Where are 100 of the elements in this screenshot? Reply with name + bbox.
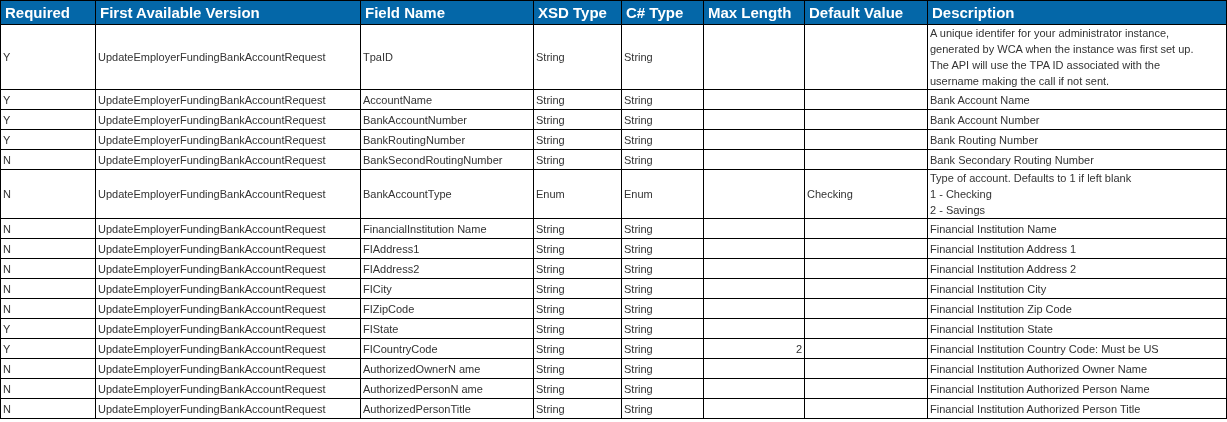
- table-cell: Y: [0, 318, 96, 339]
- table-cell: String: [533, 318, 622, 339]
- table-cell: AuthorizedPersonN ame: [360, 378, 534, 399]
- table-cell: Bank Secondary Routing Number: [927, 149, 1227, 170]
- table-cell: UpdateEmployerFundingBankAccountRequest: [95, 24, 361, 90]
- table-cell: UpdateEmployerFundingBankAccountRequest: [95, 129, 361, 150]
- table-cell: UpdateEmployerFundingBankAccountRequest: [95, 318, 361, 339]
- column-header: Field Name: [360, 0, 534, 25]
- table-cell: String: [621, 318, 704, 339]
- table-cell: N: [0, 398, 96, 419]
- table-cell: N: [0, 258, 96, 279]
- table-cell: String: [533, 338, 622, 359]
- table-cell: FinancialInstitution Name: [360, 218, 534, 239]
- table-cell: TpaID: [360, 24, 534, 90]
- table-cell: Financial Institution City: [927, 278, 1227, 299]
- table-cell: UpdateEmployerFundingBankAccountRequest: [95, 218, 361, 239]
- table-cell: N: [0, 218, 96, 239]
- table-cell: String: [621, 378, 704, 399]
- table-cell: N: [0, 169, 96, 219]
- table-cell: FICity: [360, 278, 534, 299]
- column-header: Default Value: [804, 0, 928, 25]
- table-cell: FIAddress1: [360, 238, 534, 259]
- table-cell: AuthorizedOwnerN ame: [360, 358, 534, 379]
- table-cell: AccountName: [360, 89, 534, 110]
- table-cell: Financial Institution Authorized Person Name: [927, 378, 1227, 399]
- table-cell: String: [533, 89, 622, 110]
- table-cell: UpdateEmployerFundingBankAccountRequest: [95, 89, 361, 110]
- table-cell: 2: [703, 338, 805, 359]
- column-header: XSD Type: [533, 0, 622, 25]
- table-cell: Bank Account Name: [927, 89, 1227, 110]
- table-cell: UpdateEmployerFundingBankAccountRequest: [95, 338, 361, 359]
- table-cell: String: [621, 298, 704, 319]
- table-cell: String: [533, 298, 622, 319]
- table-cell: Bank Routing Number: [927, 129, 1227, 150]
- table-cell: Financial Institution Authorized Person Title: [927, 398, 1227, 419]
- table-cell: String: [533, 218, 622, 239]
- table-cell: UpdateEmployerFundingBankAccountRequest: [95, 169, 361, 219]
- table-cell: Type of account. Defaults to 1 if left blank 1 - Checking 2 - Savings: [927, 169, 1227, 219]
- table-cell: Financial Institution Address 2: [927, 258, 1227, 279]
- table-cell: String: [533, 24, 622, 90]
- table-cell: Y: [0, 24, 96, 90]
- table-cell: String: [533, 398, 622, 419]
- table-cell: FIAddress2: [360, 258, 534, 279]
- table-cell: Financial Institution State: [927, 318, 1227, 339]
- table-cell: UpdateEmployerFundingBankAccountRequest: [95, 278, 361, 299]
- table-cell: Enum: [533, 169, 622, 219]
- table-cell: A unique identifer for your administrator instance, generated by WCA when the instance was first set up. The API will use the TPA ID associated with the username making the call if not sent.: [927, 24, 1227, 90]
- table-cell: UpdateEmployerFundingBankAccountRequest: [95, 109, 361, 130]
- table-cell: UpdateEmployerFundingBankAccountRequest: [95, 398, 361, 419]
- table-cell: String: [621, 398, 704, 419]
- table-cell: FIState: [360, 318, 534, 339]
- table-cell: UpdateEmployerFundingBankAccountRequest: [95, 258, 361, 279]
- table-cell: N: [0, 149, 96, 170]
- table-cell: String: [621, 278, 704, 299]
- column-header: C# Type: [621, 0, 704, 25]
- table-cell: String: [533, 358, 622, 379]
- table-cell: UpdateEmployerFundingBankAccountRequest: [95, 149, 361, 170]
- table-cell: String: [533, 278, 622, 299]
- table-cell: UpdateEmployerFundingBankAccountRequest: [95, 238, 361, 259]
- table-cell: Y: [0, 338, 96, 359]
- table-cell: String: [533, 258, 622, 279]
- table-cell: Y: [0, 89, 96, 110]
- table-cell: Enum: [621, 169, 704, 219]
- table-cell: Financial Institution Authorized Owner Name: [927, 358, 1227, 379]
- table-cell: String: [533, 109, 622, 130]
- table-cell: UpdateEmployerFundingBankAccountRequest: [95, 298, 361, 319]
- table-cell: String: [621, 109, 704, 130]
- column-header: First Available Version: [95, 0, 361, 25]
- table-cell: Checking: [804, 169, 928, 219]
- table-cell: String: [621, 149, 704, 170]
- table-cell: Bank Account Number: [927, 109, 1227, 130]
- table-cell: BankAccountType: [360, 169, 534, 219]
- table-cell: N: [0, 238, 96, 259]
- table-cell: FICountryCode: [360, 338, 534, 359]
- table-cell: String: [621, 218, 704, 239]
- table-cell: N: [0, 278, 96, 299]
- column-header: Required: [0, 0, 96, 25]
- table-cell: String: [621, 129, 704, 150]
- table-cell: BankSecondRoutingNumber: [360, 149, 534, 170]
- table-cell: String: [621, 89, 704, 110]
- table-cell: String: [621, 338, 704, 359]
- table-cell: Financial Institution Zip Code: [927, 298, 1227, 319]
- table-cell: String: [533, 149, 622, 170]
- table-cell: UpdateEmployerFundingBankAccountRequest: [95, 378, 361, 399]
- table-cell: Financial Institution Country Code: Must be US: [927, 338, 1227, 359]
- table-cell: AuthorizedPersonTitle: [360, 398, 534, 419]
- table-cell: N: [0, 298, 96, 319]
- column-header: Description: [927, 0, 1227, 25]
- table-cell: String: [621, 238, 704, 259]
- table-cell: Financial Institution Address 1: [927, 238, 1227, 259]
- table-cell: String: [533, 378, 622, 399]
- table-cell: String: [533, 238, 622, 259]
- table-cell: UpdateEmployerFundingBankAccountRequest: [95, 358, 361, 379]
- table-cell: String: [621, 358, 704, 379]
- table-cell: String: [533, 129, 622, 150]
- table-cell: FIZipCode: [360, 298, 534, 319]
- table-cell: Y: [0, 129, 96, 150]
- column-header: Max Length: [703, 0, 805, 25]
- table-cell: BankAccountNumber: [360, 109, 534, 130]
- table-cell: N: [0, 358, 96, 379]
